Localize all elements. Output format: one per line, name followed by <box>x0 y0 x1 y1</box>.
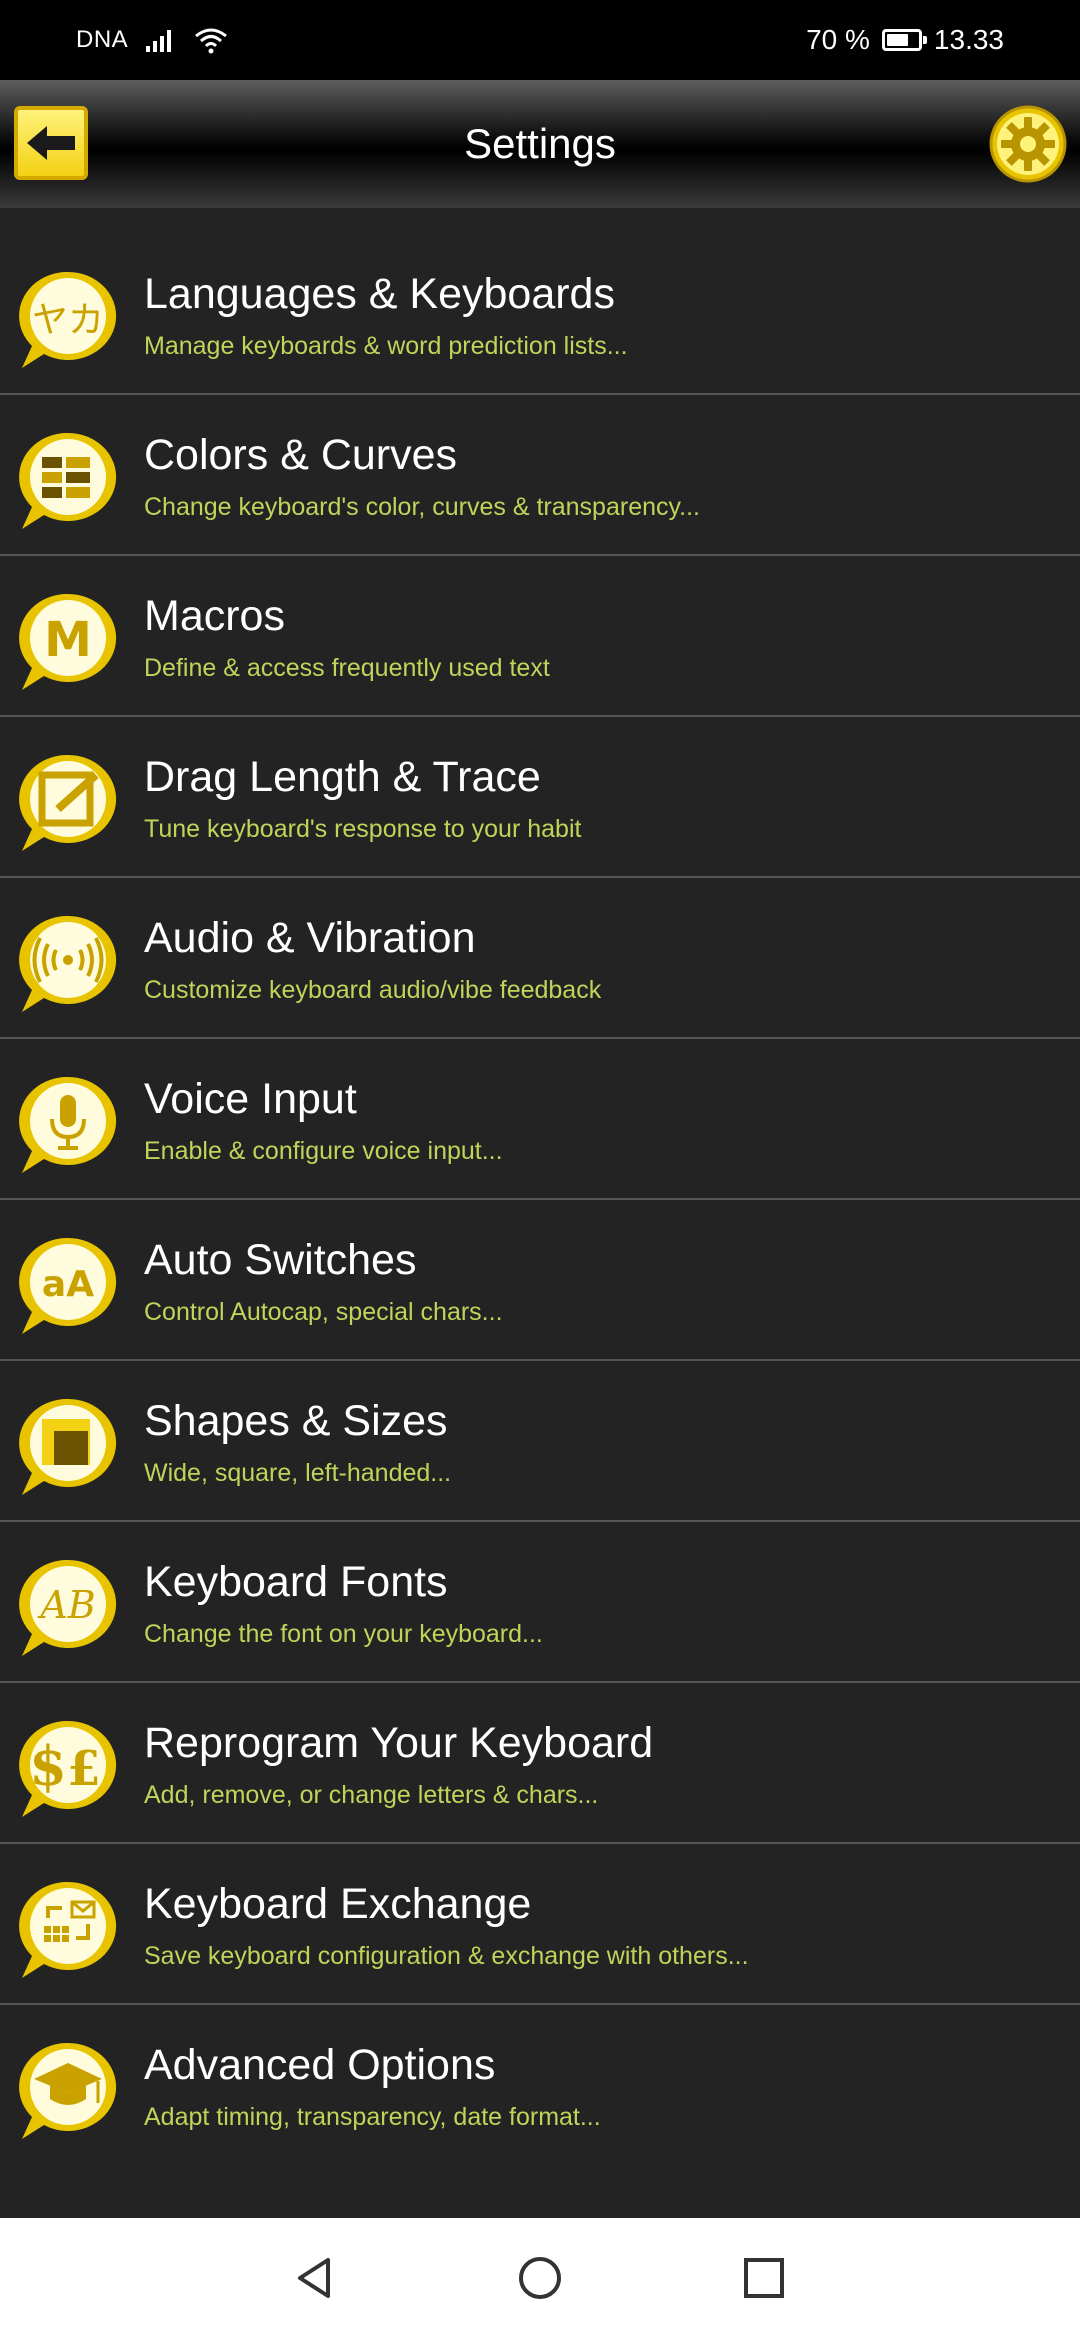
currency-icon: $ £ <box>19 1720 117 1817</box>
case-aa-icon: aA <box>19 1237 117 1334</box>
item-subtitle: Adapt timing, transparency, date format.… <box>144 2103 601 2131</box>
microphone-icon <box>19 1076 117 1173</box>
svg-text:£: £ <box>67 1741 100 1797</box>
item-subtitle: Control Autocap, special chars... <box>144 1298 503 1326</box>
languages-icon: ヤカ <box>19 271 117 368</box>
font-ab-icon: AB <box>19 1559 117 1656</box>
svg-text:M: M <box>44 612 92 668</box>
item-subtitle: Change the font on your keyboard... <box>144 1620 543 1648</box>
setting-macros[interactable]: M Macros Define & access frequently used… <box>0 556 1080 717</box>
item-title: Keyboard Exchange <box>144 1880 532 1928</box>
item-subtitle: Wide, square, left-handed... <box>144 1459 452 1487</box>
setting-shapes-sizes[interactable]: Shapes & Sizes Wide, square, left-handed… <box>0 1361 1080 1522</box>
item-title: Macros <box>144 592 285 640</box>
setting-colors-curves[interactable]: Colors & Curves Change keyboard's color,… <box>0 395 1080 556</box>
svg-text:aA: aA <box>42 1264 94 1305</box>
vibration-icon <box>19 915 117 1012</box>
page-title: Settings <box>464 120 616 167</box>
setting-reprogram-keyboard[interactable]: $ £ Reprogram Your Keyboard Add, remove,… <box>0 1683 1080 1844</box>
status-bar: DNA 70 % 13.33 <box>0 0 1080 80</box>
signal-icon <box>146 30 172 52</box>
item-subtitle: Enable & configure voice input... <box>144 1137 503 1165</box>
item-title: Advanced Options <box>144 2041 496 2089</box>
setting-auto-switches[interactable]: aA Auto Switches Control Autocap, specia… <box>0 1200 1080 1361</box>
edit-pen-icon <box>19 754 117 851</box>
item-title: Voice Input <box>144 1075 357 1123</box>
clock: 13.33 <box>933 24 1004 55</box>
item-subtitle: Manage keyboards & word prediction lists… <box>144 332 628 360</box>
item-subtitle: Add, remove, or change letters & chars..… <box>144 1781 599 1809</box>
item-subtitle: Change keyboard's color, curves & transp… <box>144 493 700 521</box>
svg-text:ヤカ: ヤカ <box>32 300 104 341</box>
item-title: Audio & Vibration <box>144 914 476 962</box>
item-subtitle: Tune keyboard's response to your habit <box>144 815 582 843</box>
item-subtitle: Save keyboard configuration & exchange w… <box>144 1942 749 1970</box>
graduation-cap-icon <box>19 2042 117 2139</box>
palette-grid-icon <box>19 432 117 529</box>
wifi-icon <box>195 28 228 54</box>
item-title: Languages & Keyboards <box>144 270 615 318</box>
battery-icon <box>881 29 927 51</box>
setting-keyboard-exchange[interactable]: Keyboard Exchange Save keyboard configur… <box>0 1844 1080 2005</box>
item-title: Colors & Curves <box>144 431 458 479</box>
setting-drag-length-trace[interactable]: Drag Length & Trace Tune keyboard's resp… <box>0 717 1080 878</box>
svg-text:$: $ <box>29 1734 67 1798</box>
settings-list: ヤカ Languages & Keyboards Manage keyboard… <box>0 234 1080 2166</box>
system-nav-bar <box>0 2218 1080 2340</box>
battery-percent: 70 % <box>806 24 870 55</box>
square-shape-icon <box>19 1398 117 1495</box>
app-bar: Settings <box>0 80 1080 208</box>
item-subtitle: Define & access frequently used text <box>144 654 550 682</box>
setting-languages-keyboards[interactable]: ヤカ Languages & Keyboards Manage keyboard… <box>0 234 1080 395</box>
exchange-icon <box>19 1881 117 1978</box>
macros-m-icon: M <box>19 593 117 690</box>
battery-fill <box>886 34 908 46</box>
nav-back-icon[interactable] <box>284 2248 344 2308</box>
item-title: Shapes & Sizes <box>144 1397 448 1445</box>
item-title: Reprogram Your Keyboard <box>144 1719 654 1767</box>
status-right: 70 % 13.33 <box>806 0 1004 80</box>
item-subtitle: Customize keyboard audio/vibe feedback <box>144 976 602 1004</box>
setting-keyboard-fonts[interactable]: AB Keyboard Fonts Change the font on you… <box>0 1522 1080 1683</box>
nav-recents-icon[interactable] <box>734 2248 794 2308</box>
item-title: Keyboard Fonts <box>144 1558 448 1606</box>
svg-text:AB: AB <box>37 1583 95 1627</box>
setting-audio-vibration[interactable]: Audio & Vibration Customize keyboard aud… <box>0 878 1080 1039</box>
item-title: Auto Switches <box>144 1236 417 1284</box>
status-left: DNA <box>76 0 228 80</box>
gear-icon[interactable] <box>988 104 1068 184</box>
nav-home-icon[interactable] <box>510 2248 570 2308</box>
item-title: Drag Length & Trace <box>144 753 541 801</box>
setting-advanced-options[interactable]: Advanced Options Adapt timing, transpare… <box>0 2005 1080 2166</box>
setting-voice-input[interactable]: Voice Input Enable & configure voice inp… <box>0 1039 1080 1200</box>
carrier-label: DNA <box>76 26 129 53</box>
